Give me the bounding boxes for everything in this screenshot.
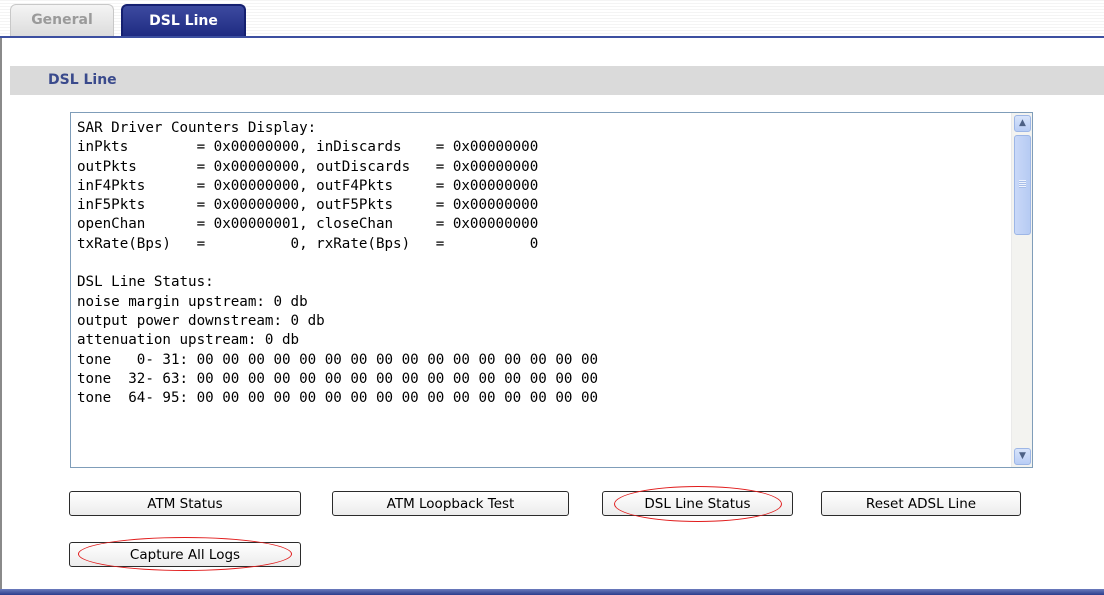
log-textarea[interactable]: SAR Driver Counters Display: inPkts = 0x… (70, 112, 1033, 468)
tab-bar: General DSL Line (0, 0, 1104, 38)
log-content: SAR Driver Counters Display: inPkts = 0x… (77, 120, 599, 407)
footer-bar (0, 589, 1104, 595)
scroll-down-arrow-icon[interactable]: ▼ (1014, 448, 1031, 465)
reset-adsl-line-button[interactable]: Reset ADSL Line (821, 491, 1021, 516)
tab-dsl-line[interactable]: DSL Line (121, 4, 246, 36)
atm-status-button[interactable]: ATM Status (69, 491, 301, 516)
scrollbar-thumb[interactable] (1014, 135, 1031, 235)
capture-all-logs-button[interactable]: Capture All Logs (69, 542, 301, 567)
atm-loopback-test-button[interactable]: ATM Loopback Test (332, 491, 569, 516)
section-title: DSL Line (10, 66, 1104, 95)
vertical-scrollbar[interactable]: ▲ ▼ (1011, 113, 1032, 467)
scroll-up-arrow-icon[interactable]: ▲ (1014, 115, 1031, 132)
dsl-line-status-button[interactable]: DSL Line Status (602, 491, 793, 516)
tab-general[interactable]: General (10, 4, 114, 36)
